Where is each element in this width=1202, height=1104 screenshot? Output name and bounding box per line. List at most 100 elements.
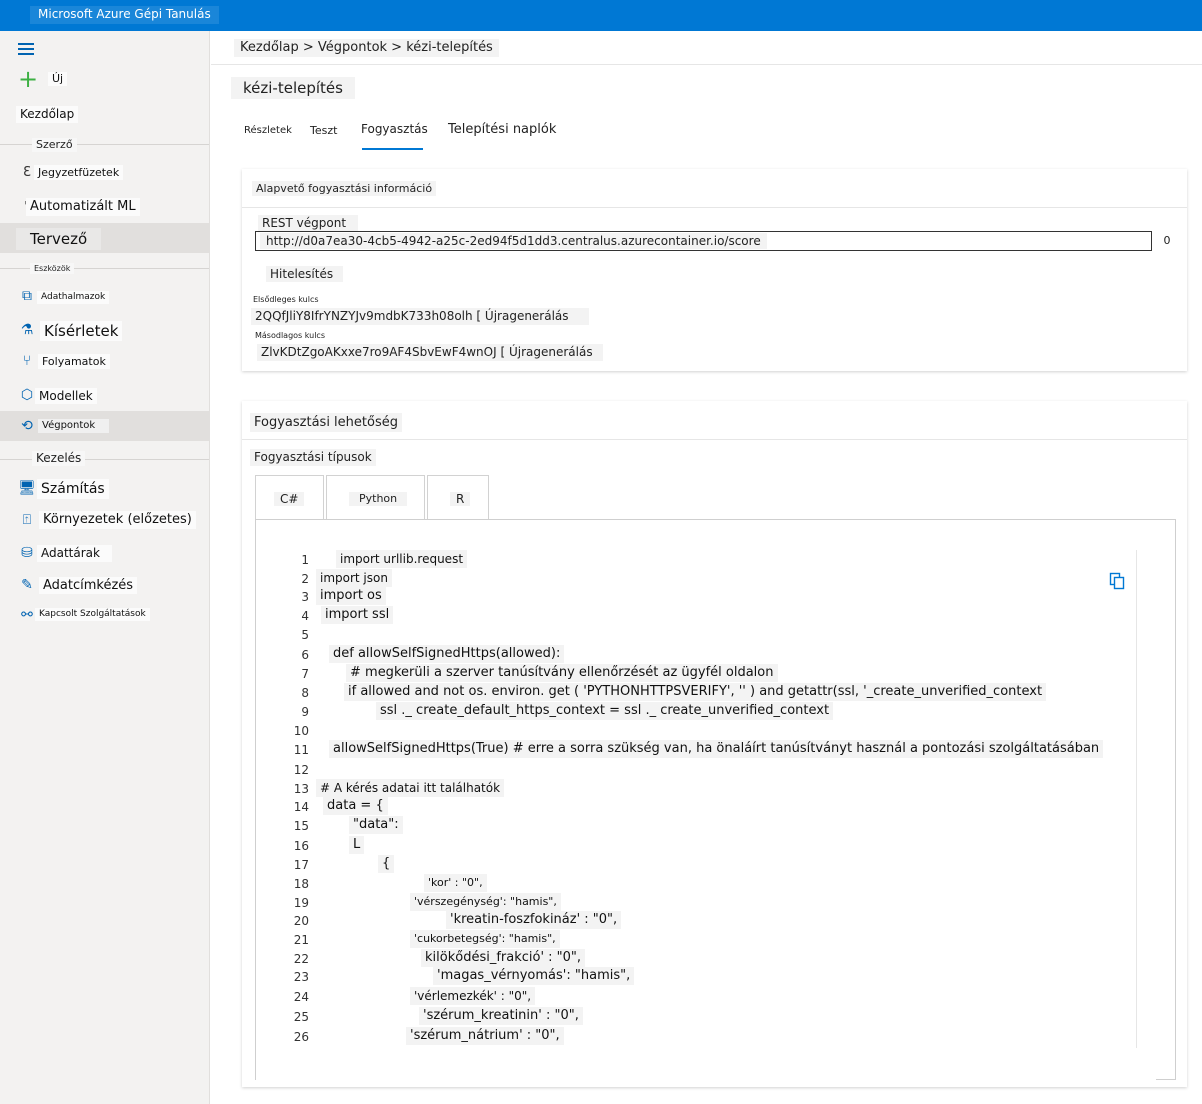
monitor-icon: 🖥 xyxy=(18,480,36,496)
label-edit-icon: ✎ xyxy=(21,577,33,593)
sidebar-item-datasets[interactable]: ⧉ Adathalmazok xyxy=(0,283,209,313)
code-line: # A kérés adatai itt találhatók xyxy=(316,779,505,797)
tab-consume[interactable]: Fogyasztás xyxy=(361,121,428,137)
sidebar: + Új Kezdőlap Szerző Ɛ Jegyzetfüzetek " … xyxy=(0,31,210,1104)
line-number: 2 xyxy=(301,572,309,586)
sidebar-item-environments[interactable]: ⍐ Környezetek (előzetes) xyxy=(0,505,209,535)
line-number: 18 xyxy=(293,877,309,891)
code-line: allowSelfSignedHttps(True) # erre a sorr… xyxy=(329,740,1104,758)
tab-details[interactable]: Részletek xyxy=(244,124,292,138)
sidebar-item-labeling[interactable]: ✎ Adatcímkézés xyxy=(0,571,209,601)
line-number: 12 xyxy=(293,763,309,777)
line-number: 20 xyxy=(293,914,309,928)
code-scrollbar[interactable] xyxy=(1136,550,1148,1055)
database-icon: ⛁ xyxy=(21,545,33,561)
line-number: 10 xyxy=(293,724,309,738)
new-button[interactable]: + Új xyxy=(0,66,209,96)
header-divider xyxy=(211,64,1202,65)
line-number: 5 xyxy=(301,628,309,642)
basic-consumption-info-card: Alapvető fogyasztási információ REST vég… xyxy=(242,169,1187,371)
breadcrumb[interactable]: Kezdőlap > Végpontok > kézi-telepítés xyxy=(234,39,499,57)
code-line: def allowSelfSignedHttps(allowed): xyxy=(329,645,565,663)
top-bar: Microsoft Azure Gépi Tanulás xyxy=(0,0,1202,31)
code-line: 'vérszegénység': "hamis", xyxy=(410,893,561,911)
code-line: import urllib.request xyxy=(336,550,468,568)
line-number: 21 xyxy=(293,933,309,947)
secondary-key-value[interactable]: ZlvKDtZgoAKxxe7ro9AF4SbvEwF4wnOJ [ Újrag… xyxy=(257,344,603,361)
code-line: { xyxy=(378,855,395,873)
sidebar-item-models[interactable]: ⬡ Modellek xyxy=(0,381,209,411)
secondary-key-label: Másodlagos kulcs xyxy=(255,331,325,340)
tab-test[interactable]: Teszt xyxy=(310,123,337,138)
line-number: 7 xyxy=(301,667,309,681)
copy-url-icon[interactable]: 0 xyxy=(1158,232,1176,250)
line-number: 6 xyxy=(301,648,309,662)
authentication-label: Hitelesítés xyxy=(266,266,344,282)
environment-icon: ⍐ xyxy=(22,512,32,528)
line-number: 17 xyxy=(293,858,309,872)
code-line: kilökődési_frakció' : "0", xyxy=(421,949,586,967)
card-divider xyxy=(242,207,1187,208)
code-line: import json xyxy=(316,569,392,587)
rest-endpoint-field[interactable]: http://d0a7ea30-4cb5-4942-a25c-2ed94f5d1… xyxy=(255,231,1152,251)
tab-python[interactable]: Python xyxy=(326,475,425,519)
sidebar-item-datastores[interactable]: ⛁ Adattárak xyxy=(0,539,209,569)
sidebar-item-endpoints[interactable]: ⟲ Végpontok xyxy=(0,411,209,441)
tab-csharp[interactable]: C# xyxy=(255,475,324,519)
line-number: 15 xyxy=(293,819,309,833)
tab-deployment-logs[interactable]: Telepítési naplók xyxy=(448,121,556,139)
line-number: 3 xyxy=(301,590,309,604)
sidebar-item-experiments[interactable]: ⚗ Kísérletek xyxy=(0,316,209,346)
copy-code-icon[interactable] xyxy=(1109,572,1125,590)
tab-r[interactable]: R xyxy=(427,475,489,519)
consumption-option-heading: Fogyasztási lehetőség xyxy=(250,413,402,432)
page-title: kézi-telepítés xyxy=(231,77,355,99)
code-line: 'szérum_kreatinin' : "0", xyxy=(419,1007,583,1025)
sidebar-item-pipelines[interactable]: ⑂ Folyamatok xyxy=(0,347,209,377)
line-number: 13 xyxy=(293,782,309,796)
sidebar-item-linked-services[interactable]: ⚯ Kapcsolt Szolgáltatások xyxy=(0,601,209,631)
primary-key-value[interactable]: 2QQfJliY8IfrYNZYJv9mdbK733h08olh [ Újrag… xyxy=(251,308,589,325)
sidebar-item-notebooks[interactable]: Ɛ Jegyzetfüzetek xyxy=(0,158,209,188)
code-panel[interactable]: 1 2 3 4 5 6 7 8 9 10 11 12 13 14 15 16 17 18 19 20 21 22 23 24 2… xyxy=(255,519,1176,1081)
line-number: 9 xyxy=(301,705,309,719)
code-line: 'szérum_nátrium' : "0", xyxy=(406,1027,564,1045)
code-line: import os xyxy=(316,587,386,605)
line-number: 8 xyxy=(301,686,309,700)
card-divider xyxy=(242,439,1187,440)
line-number: 11 xyxy=(293,743,309,757)
line-number: 23 xyxy=(293,970,309,984)
flask-icon: ⚗ xyxy=(20,322,34,338)
sidebar-item-home[interactable]: Kezdőlap xyxy=(0,101,209,131)
code-line: "data": xyxy=(349,816,403,834)
code-clip xyxy=(256,1048,1156,1081)
line-number: 14 xyxy=(293,800,309,814)
hamburger-menu-icon[interactable] xyxy=(18,43,34,55)
consumption-option-card: Fogyasztási lehetőség Fogyasztási típuso… xyxy=(242,401,1187,1087)
rest-endpoint-url: http://d0a7ea30-4cb5-4942-a25c-2ed94f5d1… xyxy=(260,233,767,249)
line-number: 16 xyxy=(293,839,309,853)
code-line: 'kreatin-foszfokináz' : "0", xyxy=(446,911,622,929)
plus-icon: + xyxy=(18,65,39,93)
code-line: 'magas_vérnyomás': "hamis", xyxy=(433,967,635,985)
line-number: 4 xyxy=(301,609,309,623)
app-title[interactable]: Microsoft Azure Gépi Tanulás xyxy=(30,6,219,24)
active-tab-indicator xyxy=(362,148,423,150)
basic-consumption-heading: Alapvető fogyasztási információ xyxy=(252,181,437,196)
line-number: 26 xyxy=(293,1030,309,1044)
rest-endpoint-label: REST végpont xyxy=(258,215,359,231)
line-number: 25 xyxy=(293,1010,309,1024)
sidebar-item-automl[interactable]: " Automatizált ML xyxy=(0,193,209,223)
consumption-types-label: Fogyasztási típusok xyxy=(250,449,376,466)
code-line: import ssl xyxy=(321,606,394,624)
code-line: 'vérlemezkék' : "0", xyxy=(410,987,536,1005)
code-line: if allowed and not os. environ. get ( 'P… xyxy=(344,683,1047,701)
link-icon: ⚯ xyxy=(21,607,33,623)
sidebar-item-compute[interactable]: 🖥 Számítás xyxy=(0,474,209,504)
line-number: 19 xyxy=(293,896,309,910)
line-number: 1 xyxy=(301,553,309,567)
sidebar-item-designer[interactable]: Tervező xyxy=(0,223,209,253)
section-manage: Kezelés xyxy=(32,451,86,466)
primary-key-label: Elsődleges kulcs xyxy=(253,295,319,304)
dataset-icon: ⧉ xyxy=(22,288,32,304)
